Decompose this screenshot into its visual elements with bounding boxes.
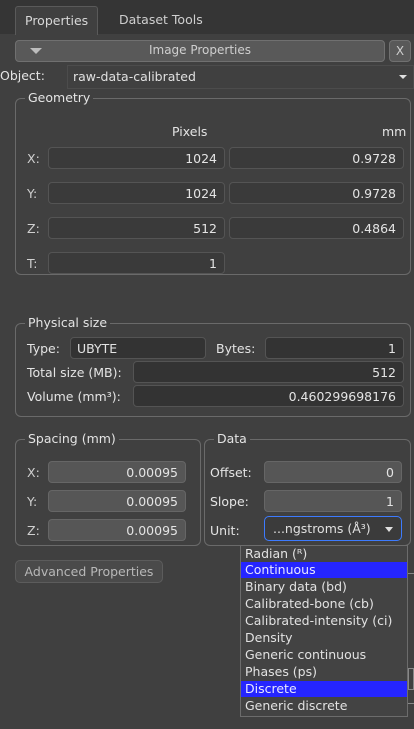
bytes-field[interactable]: 1 bbox=[265, 337, 404, 359]
unit-dropdown-list[interactable]: Radian (ᴿ) Continuous Binary data (bd) C… bbox=[240, 545, 408, 717]
volume-label: Volume (mm³): bbox=[27, 389, 121, 404]
total-size-field[interactable]: 512 bbox=[133, 361, 404, 383]
geometry-x-label: X: bbox=[27, 151, 40, 166]
spacing-z-field[interactable]: 0.00095 bbox=[48, 519, 186, 541]
geometry-z-mm-value: 0.4864 bbox=[352, 221, 396, 236]
physical-size-title: Physical size bbox=[25, 315, 111, 330]
unit-option-radian[interactable]: Radian (ᴿ) bbox=[241, 546, 407, 562]
data-title: Data bbox=[214, 431, 250, 446]
slope-label: Slope: bbox=[210, 494, 249, 509]
tab-properties[interactable]: Properties bbox=[15, 6, 99, 35]
geometry-t-pixels-value: 1 bbox=[209, 256, 217, 271]
bytes-value: 1 bbox=[388, 341, 396, 356]
geometry-y-mm-value: 0.9728 bbox=[352, 186, 396, 201]
unit-select-value: ...ngstroms (Å³) bbox=[273, 521, 371, 536]
unit-option-generic-continuous[interactable]: Generic continuous bbox=[241, 647, 407, 663]
offset-field[interactable]: 0 bbox=[264, 461, 402, 483]
unit-option-calibrated-bone[interactable]: Calibrated-bone (cb) bbox=[241, 596, 407, 612]
tab-dataset-tools[interactable]: Dataset Tools bbox=[110, 6, 212, 34]
type-label: Type: bbox=[27, 341, 60, 356]
geometry-pixels-header: Pixels bbox=[172, 124, 208, 139]
unit-option-calibrated-intensity[interactable]: Calibrated-intensity (ci) bbox=[241, 613, 407, 629]
type-value: UBYTE bbox=[77, 341, 118, 356]
total-size-label: Total size (MB): bbox=[27, 365, 122, 380]
image-properties-header[interactable]: Image Properties bbox=[15, 40, 385, 62]
geometry-z-label: Z: bbox=[27, 221, 40, 236]
geometry-y-mm-field[interactable]: 0.9728 bbox=[229, 182, 404, 204]
unit-label: Unit: bbox=[210, 523, 240, 538]
unit-option-continuous[interactable]: Continuous bbox=[241, 562, 407, 578]
geometry-z-pixels-field[interactable]: 512 bbox=[48, 217, 225, 239]
geometry-x-pixels-value: 1024 bbox=[185, 151, 217, 166]
object-label: Object: bbox=[0, 68, 45, 83]
unit-option-generic-discrete[interactable]: Generic discrete bbox=[241, 698, 407, 714]
geometry-x-mm-value: 0.9728 bbox=[352, 151, 396, 166]
spacing-y-label: Y: bbox=[27, 494, 38, 509]
dropdown-scroll-indicator[interactable] bbox=[408, 573, 414, 584]
unit-option-binary-data[interactable]: Binary data (bd) bbox=[241, 579, 407, 595]
spacing-x-field[interactable]: 0.00095 bbox=[48, 461, 186, 483]
dropdown-scroll-indicator-bottom[interactable] bbox=[408, 703, 414, 714]
object-select[interactable]: raw-data-calibrated bbox=[67, 65, 414, 89]
volume-field[interactable]: 0.460299698176 bbox=[133, 385, 404, 407]
geometry-t-label: T: bbox=[27, 256, 38, 271]
geometry-title: Geometry bbox=[25, 90, 94, 105]
tab-bar: Properties Dataset Tools bbox=[0, 0, 414, 35]
unit-option-density[interactable]: Density bbox=[241, 630, 407, 646]
geometry-mm-header: mm bbox=[382, 124, 407, 139]
unit-select[interactable]: ...ngstroms (Å³) bbox=[264, 516, 402, 541]
advanced-properties-button[interactable]: Advanced Properties bbox=[15, 560, 163, 583]
chevron-down-icon bbox=[399, 75, 407, 79]
panel-title: Image Properties bbox=[148, 43, 252, 57]
unit-option-phases[interactable]: Phases (ps) bbox=[241, 664, 407, 680]
offset-label: Offset: bbox=[210, 465, 252, 480]
chevron-down-icon bbox=[385, 527, 393, 532]
slope-value: 1 bbox=[386, 494, 394, 509]
total-size-value: 512 bbox=[372, 365, 396, 380]
geometry-y-pixels-field[interactable]: 1024 bbox=[48, 182, 225, 204]
close-panel-button[interactable]: X bbox=[389, 40, 411, 62]
offset-value: 0 bbox=[386, 465, 394, 480]
spacing-z-value: 0.00095 bbox=[126, 523, 178, 538]
geometry-z-pixels-value: 512 bbox=[193, 221, 217, 236]
spacing-y-value: 0.00095 bbox=[126, 494, 178, 509]
geometry-y-label: Y: bbox=[27, 186, 38, 201]
geometry-t-pixels-field[interactable]: 1 bbox=[48, 252, 225, 274]
geometry-x-pixels-field[interactable]: 1024 bbox=[48, 147, 225, 169]
type-field[interactable]: UBYTE bbox=[70, 337, 206, 359]
object-select-value: raw-data-calibrated bbox=[73, 69, 196, 84]
spacing-x-label: X: bbox=[27, 465, 40, 480]
geometry-y-pixels-value: 1024 bbox=[185, 186, 217, 201]
spacing-title: Spacing (mm) bbox=[25, 431, 119, 446]
unit-option-discrete[interactable]: Discrete bbox=[241, 681, 407, 697]
slope-field[interactable]: 1 bbox=[264, 490, 402, 512]
geometry-z-mm-field[interactable]: 0.4864 bbox=[229, 217, 404, 239]
spacing-z-label: Z: bbox=[27, 523, 40, 538]
spacing-x-value: 0.00095 bbox=[126, 465, 178, 480]
dropdown-scroll-handle[interactable] bbox=[408, 668, 414, 690]
geometry-x-mm-field[interactable]: 0.9728 bbox=[229, 147, 404, 169]
volume-value: 0.460299698176 bbox=[288, 389, 396, 404]
bytes-label: Bytes: bbox=[216, 341, 256, 356]
spacing-y-field[interactable]: 0.00095 bbox=[48, 490, 186, 512]
